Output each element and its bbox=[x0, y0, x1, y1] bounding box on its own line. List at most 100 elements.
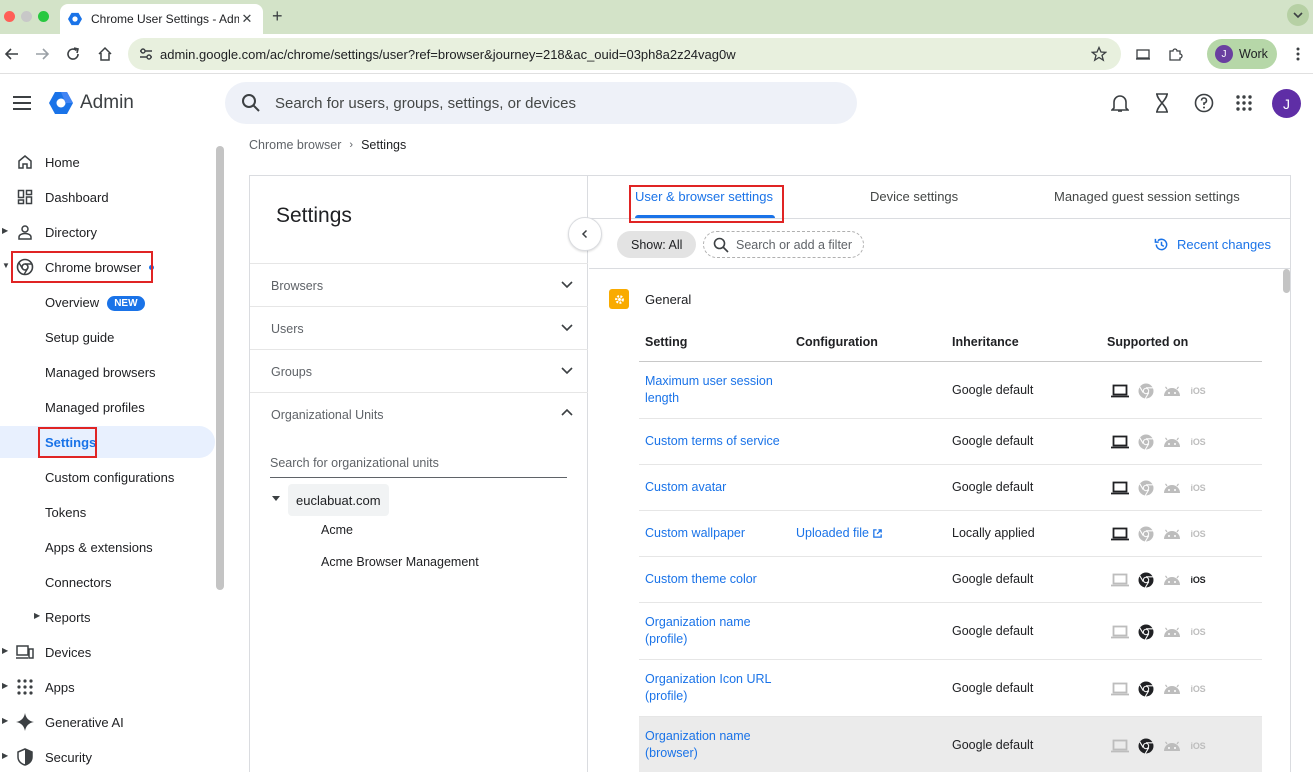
breadcrumb-parent-link[interactable]: Chrome browser bbox=[249, 138, 341, 152]
global-search-input[interactable]: Search for users, groups, settings, or d… bbox=[225, 82, 857, 124]
collapse-panel-button[interactable] bbox=[568, 217, 602, 251]
table-row[interactable]: Maximum user session length Google defaul… bbox=[639, 362, 1262, 419]
section-groups[interactable]: Groups bbox=[250, 349, 588, 392]
close-window-button[interactable] bbox=[4, 11, 15, 22]
setting-name-link[interactable]: Custom wallpaper bbox=[645, 525, 785, 542]
inheritance-value: Google default bbox=[952, 738, 1034, 752]
ou-child-item[interactable]: Acme bbox=[321, 523, 353, 537]
new-tab-icon[interactable]: + bbox=[272, 6, 283, 27]
browser-tab[interactable]: Chrome User Settings - Admi ✕ bbox=[60, 4, 263, 34]
setting-name-link[interactable]: Organization name (browser) bbox=[645, 728, 785, 762]
profile-button[interactable]: J Work bbox=[1207, 39, 1277, 69]
cast-icon[interactable] bbox=[1133, 44, 1153, 64]
sidebar-item-label: Overview bbox=[45, 295, 100, 310]
ou-search-input[interactable]: Search for organizational units bbox=[270, 454, 567, 478]
expand-caret-icon[interactable]: ▶ bbox=[2, 681, 8, 690]
forward-icon[interactable] bbox=[32, 44, 52, 64]
sidebar-item-setup-guide[interactable]: Setup guide bbox=[0, 321, 215, 353]
table-row[interactable]: Organization name (browser) Google defaul… bbox=[639, 717, 1262, 772]
home-icon[interactable] bbox=[95, 44, 115, 64]
ou-expand-caret-icon[interactable] bbox=[272, 496, 280, 501]
sidebar-item-security[interactable]: ▶ Security bbox=[0, 741, 215, 772]
sidebar-item-managed-profiles[interactable]: Managed profiles bbox=[0, 391, 215, 423]
account-avatar[interactable]: J bbox=[1272, 89, 1301, 118]
sidebar-item-dashboard[interactable]: Dashboard bbox=[0, 181, 215, 213]
setting-name-link[interactable]: Organization Icon URL (profile) bbox=[645, 671, 785, 705]
address-bar[interactable]: admin.google.com/ac/chrome/settings/user… bbox=[128, 38, 1121, 70]
section-browsers[interactable]: Browsers bbox=[250, 263, 588, 306]
sidebar-item-generative-ai[interactable]: ▶ Generative AI bbox=[0, 706, 215, 738]
configuration-link[interactable]: Uploaded file bbox=[796, 526, 883, 540]
inheritance-value: Google default bbox=[952, 383, 1034, 397]
expand-caret-icon[interactable]: ▶ bbox=[2, 716, 8, 725]
sidebar-item-apps-extensions[interactable]: Apps & extensions bbox=[0, 531, 215, 563]
sidebar-item-label: Dashboard bbox=[45, 190, 109, 205]
sidebar-item-overview[interactable]: Overview NEW bbox=[0, 286, 215, 318]
table-row[interactable]: Custom terms of service Google default iO… bbox=[639, 419, 1262, 465]
content-scrollbar[interactable] bbox=[1283, 269, 1290, 293]
tab-managed-guest-session-settings[interactable]: Managed guest session settings bbox=[1054, 189, 1240, 204]
setting-name-link[interactable]: Custom theme color bbox=[645, 571, 785, 588]
history-icon bbox=[1154, 238, 1168, 251]
ou-child-item[interactable]: Acme Browser Management bbox=[321, 555, 479, 569]
expand-caret-icon[interactable]: ▶ bbox=[34, 611, 40, 620]
expand-caret-icon[interactable]: ▶ bbox=[2, 646, 8, 655]
sidebar-item-custom-configurations[interactable]: Custom configurations bbox=[0, 461, 215, 493]
sidebar-item-devices[interactable]: ▶ Devices bbox=[0, 636, 215, 668]
help-icon[interactable] bbox=[1193, 92, 1215, 114]
collapse-caret-icon[interactable]: ▼ bbox=[2, 261, 10, 270]
sidebar-item-managed-browsers[interactable]: Managed browsers bbox=[0, 356, 215, 388]
supported-platforms: iOS bbox=[1107, 526, 1211, 542]
setting-name-link[interactable]: Custom terms of service bbox=[645, 433, 785, 450]
setting-name-link[interactable]: Custom avatar bbox=[645, 479, 785, 496]
sidebar-item-home[interactable]: Home bbox=[0, 146, 215, 178]
android-icon bbox=[1159, 434, 1185, 450]
close-tab-icon[interactable]: ✕ bbox=[239, 11, 255, 27]
sidebar-item-reports[interactable]: ▶ Reports bbox=[0, 601, 215, 633]
chevron-left-icon bbox=[581, 229, 588, 239]
tasks-hourglass-icon[interactable] bbox=[1151, 92, 1173, 114]
table-row[interactable]: Organization Icon URL (profile) Google de… bbox=[639, 660, 1262, 717]
android-icon bbox=[1159, 526, 1185, 542]
notifications-bell-icon[interactable] bbox=[1109, 92, 1131, 114]
chevron-up-icon bbox=[561, 408, 573, 416]
section-users[interactable]: Users bbox=[250, 306, 588, 349]
dashboard-icon bbox=[16, 188, 34, 206]
tab-search-button[interactable] bbox=[1287, 4, 1309, 26]
sidebar-item-apps[interactable]: ▶ Apps bbox=[0, 671, 215, 703]
table-row[interactable]: Organization name (profile) Google defaul… bbox=[639, 603, 1262, 660]
table-row[interactable]: Custom wallpaper Uploaded file Locally app… bbox=[639, 511, 1262, 557]
more-menu-icon[interactable] bbox=[1288, 44, 1308, 64]
back-icon[interactable] bbox=[2, 44, 22, 64]
expand-caret-icon[interactable]: ▶ bbox=[2, 226, 8, 235]
setting-name-link[interactable]: Maximum user session length bbox=[645, 373, 785, 407]
extensions-icon[interactable] bbox=[1165, 44, 1185, 64]
inheritance-value: Google default bbox=[952, 480, 1034, 494]
chromeos-icon bbox=[1133, 681, 1159, 697]
reload-icon[interactable] bbox=[63, 44, 83, 64]
tab-device-settings[interactable]: Device settings bbox=[870, 189, 958, 204]
filter-search-input[interactable]: Search or add a filter bbox=[703, 231, 864, 258]
site-settings-icon[interactable] bbox=[138, 46, 154, 62]
table-row[interactable]: Custom avatar Google default iOS bbox=[639, 465, 1262, 511]
section-organizational-units[interactable]: Organizational Units bbox=[250, 392, 588, 435]
recent-changes-link[interactable]: Recent changes bbox=[1154, 237, 1271, 252]
maximize-window-button[interactable] bbox=[38, 11, 49, 22]
admin-logo[interactable]: Admin bbox=[48, 90, 134, 116]
table-row[interactable]: Custom theme color Google default iOS bbox=[639, 557, 1262, 603]
show-all-chip[interactable]: Show: All bbox=[617, 231, 697, 258]
android-icon bbox=[1159, 480, 1185, 496]
sidebar-item-connectors[interactable]: Connectors bbox=[0, 566, 215, 598]
sidebar-item-directory[interactable]: ▶ Directory bbox=[0, 216, 215, 248]
main-menu-icon[interactable] bbox=[12, 94, 32, 112]
apps-launcher-icon[interactable] bbox=[1233, 92, 1255, 114]
expand-caret-icon[interactable]: ▶ bbox=[2, 751, 8, 760]
setting-name-link[interactable]: Organization name (profile) bbox=[645, 614, 785, 648]
ou-root-item[interactable]: euclabuat.com bbox=[288, 484, 389, 516]
sidebar-scrollbar[interactable] bbox=[216, 146, 224, 590]
section-label: Organizational Units bbox=[271, 408, 384, 422]
minimize-window-button[interactable] bbox=[21, 11, 32, 22]
bookmark-star-icon[interactable] bbox=[1091, 46, 1107, 62]
sidebar-item-tokens[interactable]: Tokens bbox=[0, 496, 215, 528]
sidebar-item-settings[interactable]: Settings bbox=[0, 426, 215, 458]
